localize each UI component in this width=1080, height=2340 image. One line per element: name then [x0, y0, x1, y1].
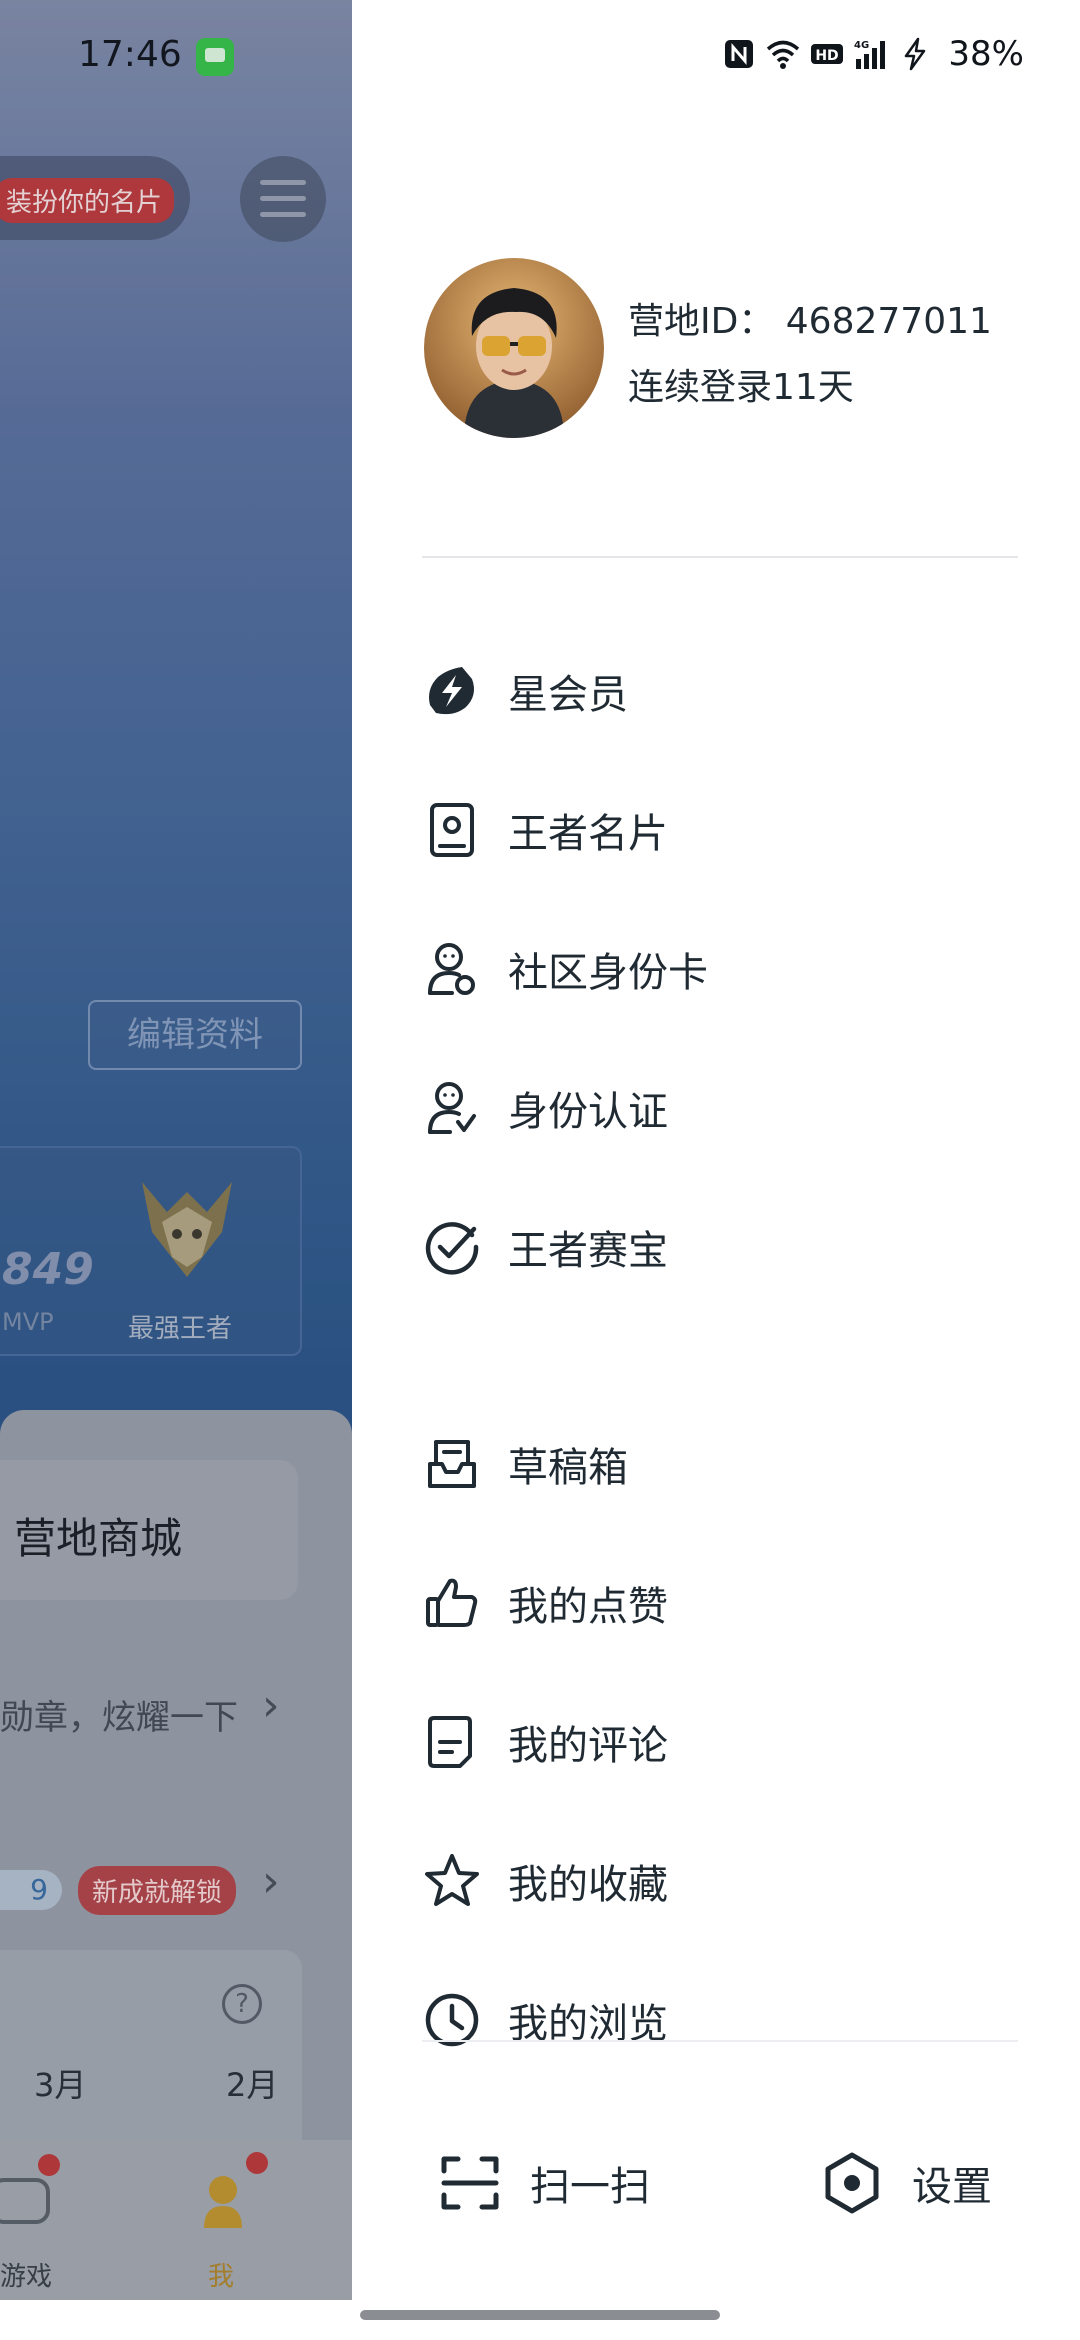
menu-item-community-id-card[interactable]: 社区身份卡 — [422, 929, 982, 1009]
svg-text:4G: 4G — [854, 40, 869, 51]
dim-overlay[interactable] — [0, 0, 352, 2300]
camp-id: 营地ID： 468277011 — [628, 301, 992, 342]
signal-4g-icon: 4G — [854, 40, 886, 69]
menu-item-identity-verification[interactable]: 身份认证 — [422, 1068, 982, 1148]
lightning-badge-icon — [429, 667, 474, 715]
menu-item-my-likes[interactable]: 我的点赞 — [422, 1563, 982, 1643]
menu-label: 社区身份卡 — [508, 950, 708, 996]
home-indicator[interactable] — [360, 2310, 720, 2320]
divider — [422, 556, 1018, 558]
settings-hexagon-icon — [825, 2152, 879, 2214]
comment-document-icon — [428, 1716, 472, 1768]
settings-label: 设置 — [912, 2164, 992, 2210]
draft-box-icon — [428, 1440, 476, 1488]
avatar[interactable] — [424, 258, 604, 438]
menu-item-drafts[interactable]: 草稿箱 — [422, 1424, 982, 1504]
star-icon — [425, 1854, 479, 1906]
menu-item-my-history[interactable]: 我的浏览 — [422, 1980, 982, 2060]
background-page: 17:46 装扮你的名片 编辑资料 849 MVP 最强王者 营地商城 勋章，炫… — [0, 0, 352, 2300]
menu-item-my-favorites[interactable]: 我的收藏 — [422, 1841, 982, 1921]
scan-label: 扫一扫 — [530, 2164, 650, 2210]
menu-label: 星会员 — [508, 672, 628, 718]
scan-icon — [441, 2156, 499, 2210]
thumbs-up-icon — [426, 1578, 478, 1627]
verified-user-icon — [428, 1082, 476, 1134]
side-drawer: HD 4G 38% 营地ID： 468277011 连续登录11天 星会员 王者… — [352, 0, 1080, 2300]
svg-text:HD: HD — [816, 48, 839, 64]
hd-icon: HD — [811, 44, 844, 64]
menu-label: 身份认证 — [508, 1089, 668, 1135]
charging-icon — [905, 37, 926, 71]
wifi-icon — [767, 40, 800, 69]
menu-label: 我的点赞 — [508, 1584, 668, 1630]
menu-item-my-comments[interactable]: 我的评论 — [422, 1702, 982, 1782]
menu-label: 我的评论 — [508, 1723, 668, 1769]
menu-label: 我的收藏 — [508, 1862, 668, 1908]
nfc-icon — [725, 40, 754, 68]
menu-item-king-esports[interactable]: 王者赛宝 — [422, 1207, 982, 1287]
menu-item-star-member[interactable]: 星会员 — [422, 651, 982, 731]
menu-item-king-card[interactable]: 王者名片 — [422, 790, 982, 870]
user-badge-icon — [428, 943, 475, 995]
menu-label: 王者名片 — [508, 811, 668, 857]
menu-label: 草稿箱 — [508, 1445, 628, 1491]
settings-button[interactable]: 设置 — [820, 2151, 992, 2215]
profile-card-icon — [430, 803, 474, 857]
status-icons: HD 4G 38% — [722, 34, 1024, 74]
battery-percentage: 38% — [948, 34, 1024, 74]
login-streak: 连续登录11天 — [628, 367, 854, 408]
scan-button[interactable]: 扫一扫 — [438, 2151, 650, 2215]
check-circle-icon — [425, 1222, 479, 1275]
divider — [422, 2040, 1018, 2042]
menu-label: 王者赛宝 — [508, 1228, 668, 1274]
